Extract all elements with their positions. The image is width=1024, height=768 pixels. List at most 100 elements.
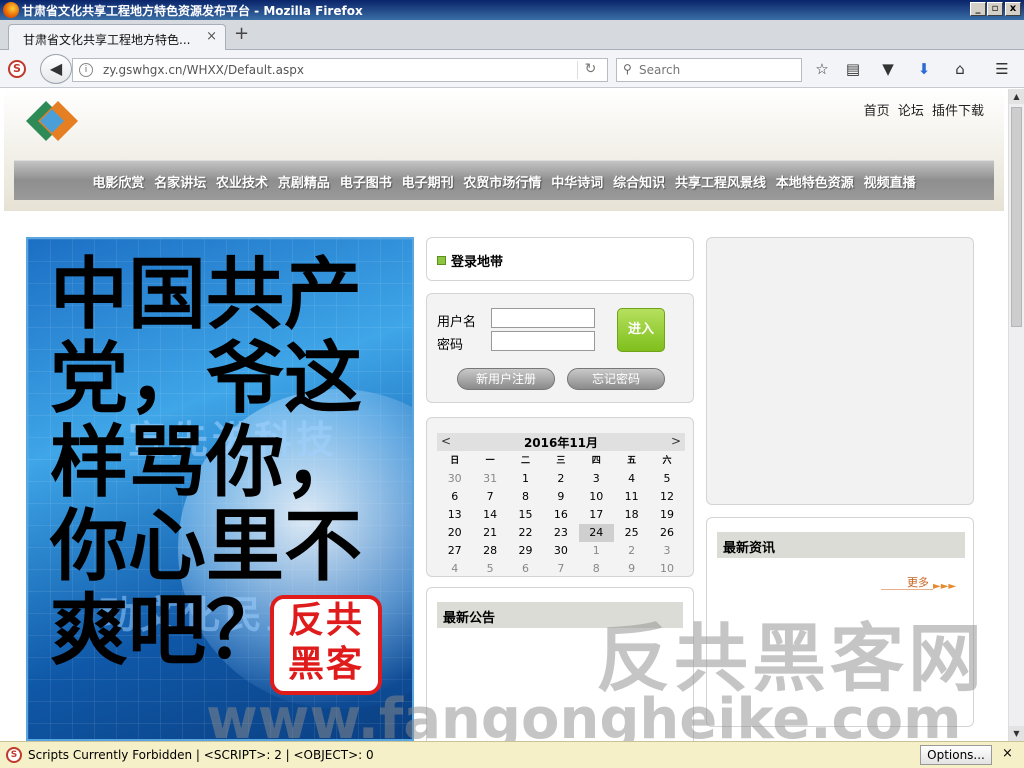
calendar-day[interactable]: 3 xyxy=(649,542,684,560)
calendar-month: 2016年11月 xyxy=(523,436,599,450)
calendar-day[interactable]: 7 xyxy=(543,560,578,578)
username-input[interactable] xyxy=(491,308,595,328)
nav-movies[interactable]: 电影欣赏 xyxy=(92,172,144,191)
calendar-day[interactable]: 13 xyxy=(437,506,472,524)
maximize-button[interactable]: ▫ xyxy=(987,2,1003,16)
calendar-day[interactable]: 3 xyxy=(579,470,614,488)
calendar-day[interactable]: 20 xyxy=(437,524,472,542)
calendar-day[interactable]: 19 xyxy=(649,506,684,524)
calendar-day[interactable]: 24 xyxy=(578,524,614,542)
search-input[interactable] xyxy=(639,62,789,78)
calendar-day[interactable]: 25 xyxy=(614,524,649,542)
url-text[interactable]: zy.gswhgx.cn/WHXX/Default.aspx xyxy=(103,63,304,77)
back-button[interactable]: ◀ xyxy=(40,54,72,84)
home-link[interactable]: 首页 xyxy=(864,104,890,119)
calendar-day[interactable]: 23 xyxy=(543,524,578,542)
plugin-download-link[interactable]: 插件下载 xyxy=(932,104,984,119)
nav-poetry[interactable]: 中华诗词 xyxy=(551,172,603,191)
bookmark-star-icon[interactable]: ☆ xyxy=(812,60,832,78)
reload-icon[interactable]: ↻ xyxy=(577,61,603,79)
nav-knowledge[interactable]: 综合知识 xyxy=(613,172,665,191)
tab-active[interactable]: 甘肃省文化共享工程地方特色... × xyxy=(8,24,226,51)
noscript-status-icon[interactable]: S xyxy=(6,747,22,763)
overlay-line-5: 爽吧？ xyxy=(50,586,285,676)
calendar-day[interactable]: 8 xyxy=(508,488,543,506)
calendar-day[interactable]: 1 xyxy=(508,470,543,488)
nav-market[interactable]: 农贸市场行情 xyxy=(463,172,541,191)
menu-icon[interactable]: ☰ xyxy=(992,60,1012,78)
nav-scenery[interactable]: 共享工程风景线 xyxy=(675,172,766,191)
calendar-day[interactable]: 29 xyxy=(508,542,543,560)
home-icon[interactable]: ⌂ xyxy=(950,60,970,78)
nav-agriculture[interactable]: 农业技术 xyxy=(216,172,268,191)
scripts-forbidden-message: Scripts Currently Forbidden | <SCRIPT>: … xyxy=(28,748,374,762)
close-window-button[interactable]: x xyxy=(1005,2,1021,16)
calendar-day[interactable]: 22 xyxy=(508,524,543,542)
calendar-day[interactable]: 6 xyxy=(437,488,472,506)
noscript-icon[interactable]: S xyxy=(8,60,26,78)
calendar-day[interactable]: 12 xyxy=(649,488,684,506)
calendar-day[interactable]: 10 xyxy=(579,488,614,506)
site-logo[interactable] xyxy=(24,99,88,143)
calendar-day[interactable]: 4 xyxy=(614,470,649,488)
calendar-day[interactable]: 31 xyxy=(472,470,507,488)
nav-lectures[interactable]: 名家讲坛 xyxy=(154,172,206,191)
calendar-day[interactable]: 7 xyxy=(472,488,507,506)
forgot-password-button[interactable]: 忘记密码 xyxy=(567,368,665,390)
nav-live-video[interactable]: 视频直播 xyxy=(864,172,916,191)
more-link[interactable]: 更多 xyxy=(907,574,929,590)
calendar-day[interactable]: 16 xyxy=(543,506,578,524)
calendar-day[interactable]: 30 xyxy=(437,470,472,488)
nav-ebooks[interactable]: 电子图书 xyxy=(340,172,392,191)
close-statusbar-icon[interactable]: × xyxy=(1002,746,1013,761)
register-button[interactable]: 新用户注册 xyxy=(457,368,555,390)
calendar-prev-button[interactable]: < xyxy=(441,434,451,448)
scroll-up-icon[interactable]: ▲ xyxy=(1009,89,1024,104)
url-bar[interactable]: i zy.gswhgx.cn/WHXX/Default.aspx ↻ xyxy=(72,58,608,82)
options-button[interactable]: Options... xyxy=(920,745,992,765)
calendar-day[interactable]: 5 xyxy=(649,470,684,488)
vertical-scrollbar[interactable]: ▲ ▼ xyxy=(1008,89,1024,741)
password-input[interactable] xyxy=(491,331,595,351)
calendar-next-button[interactable]: > xyxy=(671,434,681,448)
calendar-day[interactable]: 2 xyxy=(543,470,578,488)
calendar-day[interactable]: 21 xyxy=(472,524,507,542)
overlay-line-2: 党，爷这 xyxy=(50,334,363,424)
calendar-day[interactable]: 5 xyxy=(472,560,507,578)
calendar-day[interactable]: 10 xyxy=(649,560,684,578)
scroll-down-icon[interactable]: ▼ xyxy=(1009,726,1024,741)
back-arrow-icon: ◀ xyxy=(49,59,63,78)
minimize-button[interactable]: _ xyxy=(970,2,986,16)
nav-peking-opera[interactable]: 京剧精品 xyxy=(278,172,330,191)
calendar-day[interactable]: 15 xyxy=(508,506,543,524)
calendar-day[interactable]: 4 xyxy=(437,560,472,578)
calendar-day[interactable]: 6 xyxy=(508,560,543,578)
scroll-thumb[interactable] xyxy=(1011,107,1022,327)
pocket-icon[interactable]: ▼ xyxy=(878,60,898,78)
downloads-icon[interactable]: ⬇ xyxy=(914,60,934,78)
calendar-day[interactable]: 11 xyxy=(614,488,649,506)
calendar-day[interactable]: 9 xyxy=(543,488,578,506)
forum-link[interactable]: 论坛 xyxy=(898,104,924,119)
calendar-day[interactable]: 17 xyxy=(579,506,614,524)
calendar-day[interactable]: 27 xyxy=(437,542,472,560)
tab-close-icon[interactable]: × xyxy=(206,29,217,44)
calendar-dow: 六 xyxy=(662,456,672,466)
calendar-day[interactable]: 8 xyxy=(579,560,614,578)
search-bar[interactable]: ⚲ xyxy=(616,58,802,82)
calendar-day[interactable]: 28 xyxy=(472,542,507,560)
calendar-day[interactable]: 9 xyxy=(614,560,649,578)
reading-list-icon[interactable]: ▤ xyxy=(843,60,863,78)
calendar-day[interactable]: 2 xyxy=(614,542,649,560)
calendar-day[interactable]: 1 xyxy=(579,542,614,560)
site-info-icon[interactable]: i xyxy=(79,63,93,77)
window-title: 甘肃省文化共享工程地方特色资源发布平台 - Mozilla Firefox xyxy=(22,4,363,18)
calendar-day[interactable]: 18 xyxy=(614,506,649,524)
calendar-day[interactable]: 30 xyxy=(543,542,578,560)
nav-local-resources[interactable]: 本地特色资源 xyxy=(776,172,854,191)
calendar-day[interactable]: 26 xyxy=(649,524,684,542)
calendar-day[interactable]: 14 xyxy=(472,506,507,524)
new-tab-button[interactable]: + xyxy=(234,23,249,44)
login-submit-button[interactable]: 进入 xyxy=(617,308,665,352)
nav-ejournals[interactable]: 电子期刊 xyxy=(402,172,454,191)
